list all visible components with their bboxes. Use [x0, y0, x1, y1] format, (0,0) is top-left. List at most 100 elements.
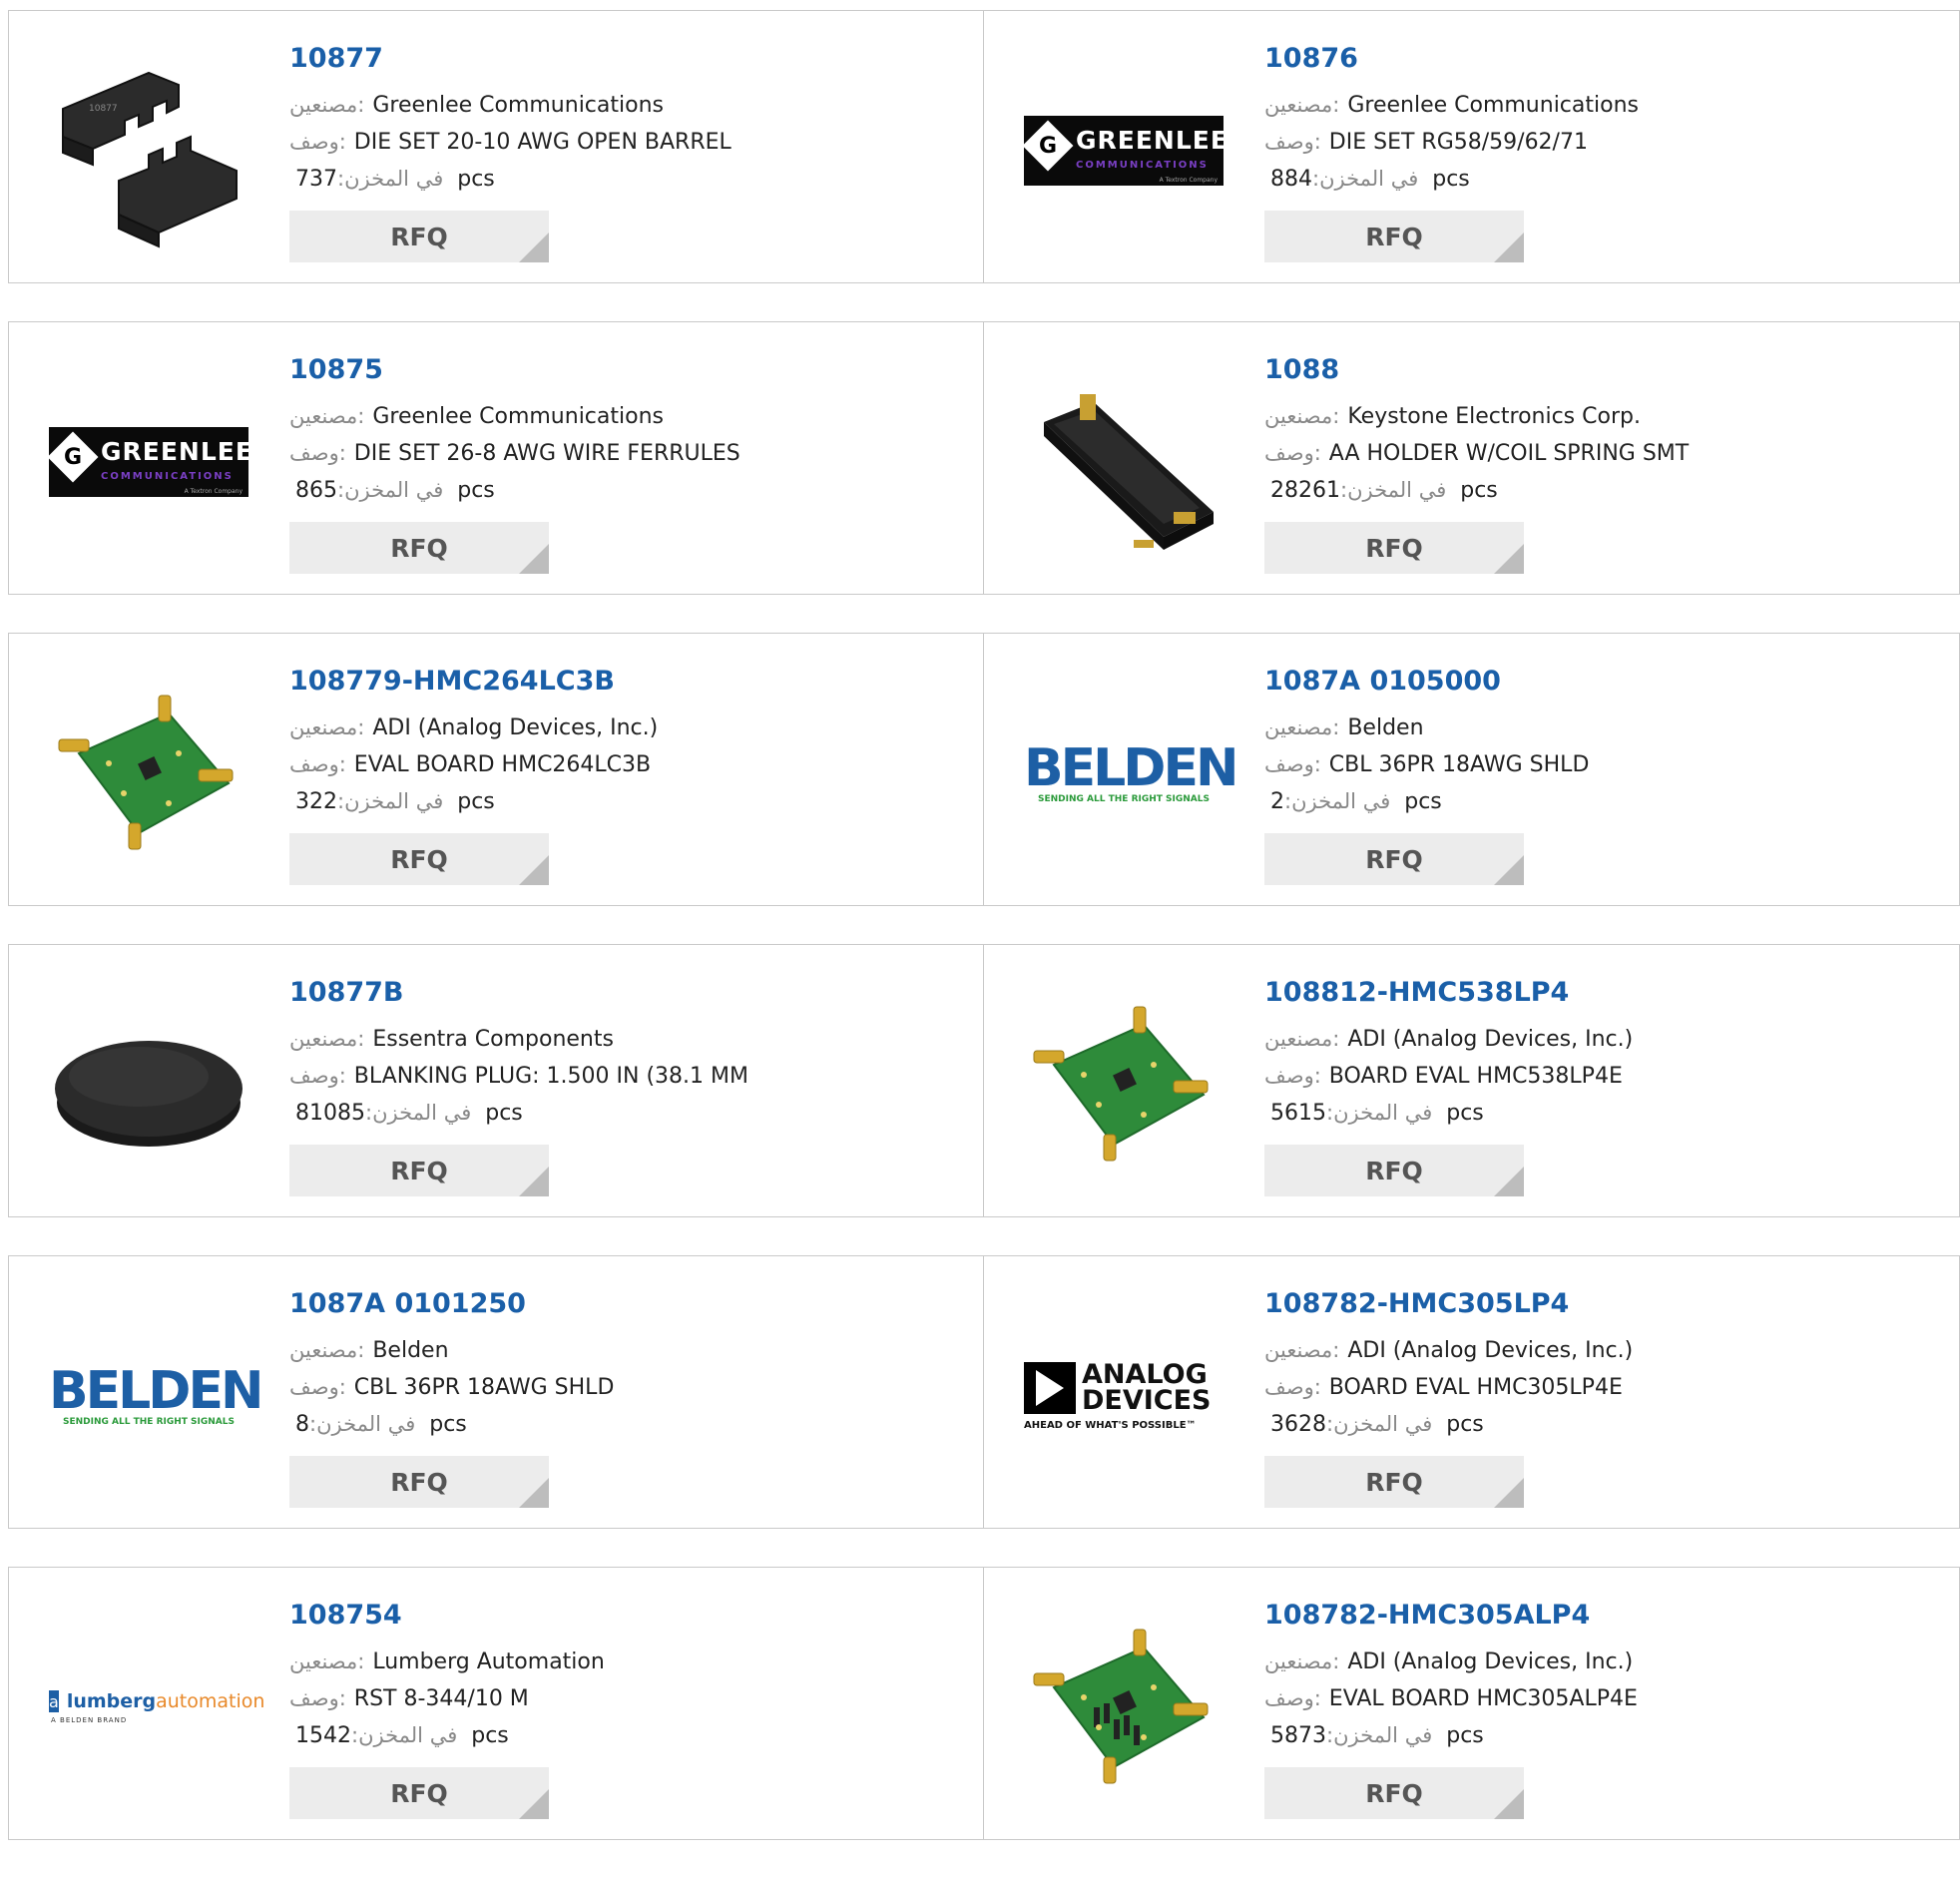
- stock-line: في المخزن:884 pcs: [1264, 161, 1949, 198]
- manufacturer-label: مصنعين:: [289, 404, 365, 428]
- rfq-button[interactable]: RFQ: [289, 833, 549, 885]
- description-label: وصف:: [289, 1686, 346, 1710]
- manufacturer-line: مصنعين: Belden: [1264, 709, 1949, 746]
- product-image[interactable]: a lumberg automation A BELDEN BRAND: [49, 1608, 264, 1807]
- product-image[interactable]: [49, 674, 248, 873]
- manufacturer-line: مصنعين: Belden: [289, 1332, 973, 1369]
- manufacturer-value: Greenlee Communications: [372, 404, 664, 429]
- corner-triangle-icon: [1494, 855, 1524, 885]
- product-card: a lumberg automation A BELDEN BRAND 108754 …: [8, 1567, 984, 1840]
- description-label: وصف:: [1264, 1064, 1321, 1088]
- product-card: 10877 10877 مصنعين: Greenlee Communicatio…: [8, 10, 984, 283]
- manufacturer-line: مصنعين: Lumberg Automation: [289, 1643, 973, 1680]
- manufacturer-label: مصنعين:: [289, 1338, 365, 1362]
- stock-label: في المخزن:: [1284, 789, 1391, 813]
- stock-value: 3628: [1270, 1412, 1326, 1437]
- part-number-link[interactable]: 108782-HMC305ALP4: [1264, 1598, 1949, 1634]
- stock-label: في المخزن:: [1326, 1412, 1433, 1436]
- stock-line: في المخزن:737 pcs: [289, 161, 973, 198]
- stock-value: 737: [295, 167, 337, 192]
- rfq-button[interactable]: RFQ: [1264, 522, 1524, 574]
- manufacturer-value: Greenlee Communications: [372, 93, 664, 118]
- part-number-link[interactable]: 108779-HMC264LC3B: [289, 664, 973, 700]
- product-image[interactable]: [49, 985, 248, 1184]
- description-value: EVAL BOARD HMC264LC3B: [353, 752, 652, 777]
- rfq-button[interactable]: RFQ: [289, 211, 549, 262]
- manufacturer-label: مصنعين:: [1264, 404, 1340, 428]
- description-value: BOARD EVAL HMC305LP4E: [1328, 1375, 1623, 1400]
- part-number-link[interactable]: 1087A 0101250: [289, 1286, 973, 1322]
- belden-name: BELDEN: [49, 1361, 264, 1421]
- product-image[interactable]: G GREENLEE COMMUNICATIONS A Textron Company: [1022, 51, 1227, 250]
- greenlee-letter: G: [1038, 133, 1058, 159]
- corner-triangle-icon: [1494, 544, 1524, 574]
- stock-label: في المخزن:: [337, 789, 444, 813]
- product-info: 108782-HMC305LP4 مصنعين: ADI (Analog Devi…: [1264, 1286, 1949, 1443]
- rfq-button[interactable]: RFQ: [1264, 1767, 1524, 1819]
- rfq-button[interactable]: RFQ: [289, 1456, 549, 1508]
- product-card: 1088 مصنعين: Keystone Electronics Corp. و…: [984, 321, 1960, 595]
- product-card: 108779-HMC264LC3B مصنعين: ADI (Analog Dev…: [8, 633, 984, 906]
- stock-value: 5615: [1270, 1101, 1326, 1126]
- part-number-link[interactable]: 10876: [1264, 41, 1949, 77]
- rfq-button[interactable]: RFQ: [289, 1145, 549, 1196]
- corner-triangle-icon: [519, 1167, 549, 1196]
- rfq-button[interactable]: RFQ: [1264, 833, 1524, 885]
- eval-board-image: [58, 695, 234, 850]
- description-value: DIE SET RG58/59/62/71: [1328, 130, 1588, 155]
- rfq-button[interactable]: RFQ: [1264, 211, 1524, 262]
- description-line: وصف: RST 8-344/10 M: [289, 1680, 973, 1717]
- product-card: 10877B مصنعين: Essentra Components وصف: BL…: [8, 944, 984, 1217]
- part-number-link[interactable]: 108754: [289, 1598, 973, 1634]
- product-image[interactable]: G GREENLEE COMMUNICATIONS A Textron Company: [47, 362, 252, 562]
- product-image[interactable]: [1024, 1608, 1224, 1807]
- rfq-button[interactable]: RFQ: [289, 1767, 549, 1819]
- description-line: وصف: CBL 36PR 18AWG SHLD: [289, 1369, 973, 1406]
- product-image[interactable]: [1024, 985, 1224, 1184]
- corner-triangle-icon: [519, 1478, 549, 1508]
- rfq-button[interactable]: RFQ: [289, 522, 549, 574]
- product-image[interactable]: 10877: [49, 51, 248, 250]
- description-value: DIE SET 20-10 AWG OPEN BARREL: [353, 130, 732, 155]
- product-image[interactable]: BELDEN SENDING ALL THE RIGHT SIGNALS: [49, 1296, 264, 1496]
- product-row: 108779-HMC264LC3B مصنعين: ADI (Analog Dev…: [8, 633, 1960, 906]
- manufacturer-value: Keystone Electronics Corp.: [1347, 404, 1641, 429]
- manufacturer-label: مصنعين:: [289, 715, 365, 739]
- greenlee-tagline: A Textron Company: [1159, 177, 1218, 184]
- part-number-link[interactable]: 1088: [1264, 352, 1949, 388]
- belden-name: BELDEN: [1024, 738, 1239, 798]
- corner-triangle-icon: [1494, 233, 1524, 262]
- product-image[interactable]: BELDEN SENDING ALL THE RIGHT SIGNALS: [1024, 674, 1239, 873]
- part-number-link[interactable]: 10877B: [289, 975, 973, 1011]
- rfq-label: RFQ: [1365, 222, 1423, 251]
- rfq-button[interactable]: RFQ: [1264, 1456, 1524, 1508]
- stock-unit: pcs: [457, 478, 495, 503]
- eval-board-image: [1033, 1006, 1209, 1162]
- part-number-link[interactable]: 108812-HMC538LP4: [1264, 975, 1949, 1011]
- manufacturer-line: مصنعين: Essentra Components: [289, 1021, 973, 1058]
- stock-label: في المخزن:: [1326, 1723, 1433, 1747]
- part-number-link[interactable]: 10877: [289, 41, 973, 77]
- manufacturer-line: مصنعين: Greenlee Communications: [1264, 87, 1949, 124]
- part-number-link[interactable]: 10875: [289, 352, 973, 388]
- rfq-button[interactable]: RFQ: [1264, 1145, 1524, 1196]
- analog-devices-logo: ANALOG DEVICES AHEAD OF WHAT'S POSSIBLE™: [1024, 1361, 1224, 1431]
- corner-triangle-icon: [1494, 1167, 1524, 1196]
- part-number-link[interactable]: 108782-HMC305LP4: [1264, 1286, 1949, 1322]
- stock-unit: pcs: [457, 167, 495, 192]
- manufacturer-label: مصنعين:: [1264, 93, 1340, 117]
- manufacturer-line: مصنعين: ADI (Analog Devices, Inc.): [1264, 1332, 1949, 1369]
- product-image[interactable]: ANALOG DEVICES AHEAD OF WHAT'S POSSIBLE™: [1024, 1296, 1224, 1496]
- rfq-label: RFQ: [390, 1156, 448, 1185]
- product-info: 1087A 0101250 مصنعين: Belden وصف: CBL 36PR…: [289, 1286, 973, 1443]
- product-image[interactable]: [1024, 362, 1224, 562]
- rfq-label: RFQ: [1365, 1467, 1423, 1497]
- greenlee-letter: G: [63, 444, 83, 470]
- stock-unit: pcs: [1446, 1101, 1484, 1126]
- stock-line: في المخزن:1542 pcs: [289, 1717, 973, 1754]
- description-label: وصف:: [1264, 1375, 1321, 1399]
- greenlee-sub: COMMUNICATIONS: [101, 471, 234, 482]
- part-number-link[interactable]: 1087A 0105000: [1264, 664, 1949, 700]
- description-value: BOARD EVAL HMC538LP4E: [1328, 1064, 1623, 1089]
- description-label: وصف:: [289, 752, 346, 776]
